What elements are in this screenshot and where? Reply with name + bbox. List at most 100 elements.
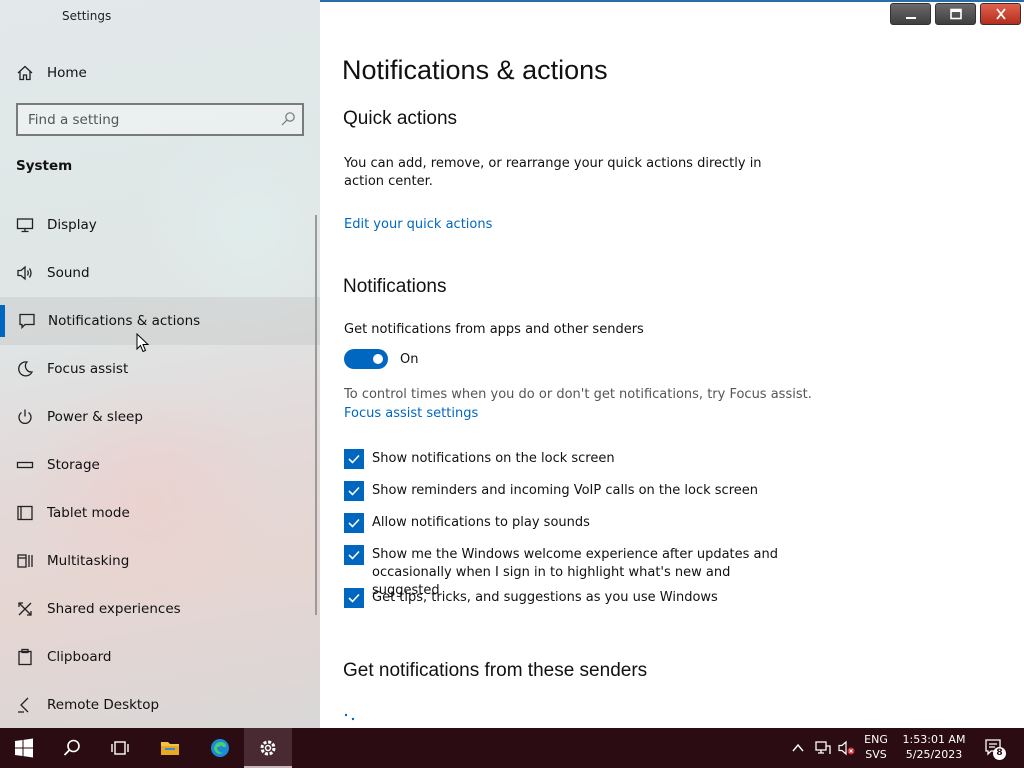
checkbox-row[interactable]: Allow notifications to play sounds — [344, 513, 792, 533]
window-title: Settings — [62, 9, 112, 23]
clock-time: 1:53:01 AM — [902, 733, 966, 746]
sidebar-item-label: Tablet mode — [47, 505, 130, 521]
clipboard-icon — [16, 648, 34, 666]
storage-icon — [16, 456, 34, 474]
checkbox-play-sounds[interactable] — [344, 513, 364, 533]
mouse-cursor-icon — [136, 333, 150, 353]
file-explorer-button[interactable] — [146, 728, 194, 768]
edge-button[interactable] — [196, 728, 244, 768]
notifications-toggle-caption: Get notifications from apps and other se… — [344, 322, 644, 337]
sidebar-item-storage[interactable]: Storage — [0, 441, 320, 489]
close-button[interactable] — [980, 3, 1021, 25]
input-language[interactable]: ENG SVS — [862, 732, 890, 762]
minimize-icon — [905, 17, 916, 19]
notifications-toggle[interactable] — [344, 349, 388, 369]
file-explorer-icon — [161, 742, 179, 755]
sidebar-item-shared-experiences[interactable]: Shared experiences — [0, 585, 320, 633]
shared-icon — [16, 600, 34, 618]
clock[interactable]: 1:53:01 AM 5/25/2023 — [898, 732, 970, 762]
checkbox-row[interactable]: Show reminders and incoming VoIP calls o… — [344, 481, 792, 501]
checkbox-reminders-voip[interactable] — [344, 481, 364, 501]
quick-actions-description: You can add, remove, or rearrange your q… — [344, 156, 762, 189]
sidebar-item-label: Sound — [47, 265, 90, 281]
sidebar-item-label: Remote Desktop — [47, 697, 160, 713]
search-input[interactable] — [18, 111, 268, 128]
quick-actions-heading: Quick actions — [343, 108, 458, 129]
checkmark-icon — [348, 550, 360, 560]
search-box[interactable] — [16, 103, 304, 136]
moon-icon — [16, 360, 34, 378]
search-icon — [63, 739, 80, 756]
sidebar-item-display[interactable]: Display — [0, 201, 320, 249]
start-button[interactable] — [0, 728, 48, 768]
focus-assist-settings-link[interactable]: Focus assist settings — [344, 406, 478, 421]
remote-desktop-icon — [16, 696, 34, 714]
checkbox-label: Show notifications on the lock screen — [372, 451, 615, 466]
senders-heading: Get notifications from these senders — [343, 660, 648, 681]
sidebar-item-label: Clipboard — [47, 649, 112, 665]
checkmark-icon — [348, 486, 360, 496]
task-view-icon — [111, 741, 129, 755]
section-label: System — [16, 158, 73, 174]
start-icon — [15, 738, 33, 758]
sidebar-item-label: Power & sleep — [47, 409, 143, 425]
edge-icon — [211, 739, 229, 757]
sidebar-item-tablet-mode[interactable]: Tablet mode — [0, 489, 320, 537]
checkmark-icon — [348, 454, 360, 464]
sidebar-item-label: Shared experiences — [47, 601, 181, 617]
checkbox-tips-suggestions[interactable] — [344, 588, 364, 608]
message-icon — [18, 312, 36, 330]
checkbox-label: Get tips, tricks, and suggestions as you… — [372, 590, 718, 605]
settings-taskbar-button[interactable] — [244, 728, 292, 768]
toggle-state-label: On — [400, 352, 419, 367]
keyboard-layout: SVS — [865, 748, 887, 761]
maximize-button[interactable] — [935, 3, 976, 25]
speaker-icon — [16, 264, 34, 282]
sidebar-item-focus-assist[interactable]: Focus assist — [0, 345, 320, 393]
sidebar-home[interactable]: Home — [0, 49, 320, 97]
sidebar-item-clipboard[interactable]: Clipboard — [0, 633, 320, 681]
notifications-heading: Notifications — [343, 276, 447, 297]
search-icon[interactable] — [280, 111, 296, 127]
sidebar-scrollbar[interactable] — [315, 215, 317, 615]
sidebar-item-label: Notifications & actions — [48, 313, 201, 329]
sidebar-item-remote-desktop[interactable]: Remote Desktop — [0, 681, 320, 728]
sidebar: Settings Home System Display Sound Notif… — [0, 0, 320, 728]
sidebar-item-notifications[interactable]: Notifications & actions — [0, 297, 320, 345]
taskbar-search-button[interactable] — [48, 728, 96, 768]
sidebar-item-label: Multitasking — [47, 553, 130, 569]
checkbox-row[interactable]: Get tips, tricks, and suggestions as you… — [344, 588, 792, 608]
task-view-button[interactable] — [96, 728, 144, 768]
loading-spinner-icon — [344, 713, 355, 721]
home-icon — [16, 64, 34, 82]
chevron-up-icon[interactable] — [791, 741, 805, 755]
checkbox-welcome-experience[interactable] — [344, 545, 364, 565]
focus-assist-hint: To control times when you do or don't ge… — [344, 387, 812, 402]
checkbox-row[interactable]: Show notifications on the lock screen — [344, 449, 792, 469]
minimize-button[interactable] — [890, 3, 931, 25]
window-border — [320, 0, 1024, 2]
sidebar-item-sound[interactable]: Sound — [0, 249, 320, 297]
multitasking-icon — [16, 552, 34, 570]
sidebar-item-label: Display — [47, 217, 97, 233]
main-content: Notifications & actions Quick actions Yo… — [320, 0, 1024, 728]
checkbox-lock-screen-notifications[interactable] — [344, 449, 364, 469]
maximize-icon — [949, 8, 962, 20]
checkbox-label: Show reminders and incoming VoIP calls o… — [372, 483, 758, 498]
volume-muted-icon[interactable] — [838, 740, 856, 756]
clock-date: 5/25/2023 — [905, 748, 963, 761]
settings-icon — [260, 740, 276, 756]
page-title: Notifications & actions — [342, 55, 608, 85]
taskbar: ENG SVS 1:53:01 AM 5/25/2023 8 — [0, 728, 1024, 768]
toggle-knob — [373, 354, 383, 364]
notification-count-badge: 8 — [993, 747, 1006, 760]
sidebar-item-multitasking[interactable]: Multitasking — [0, 537, 320, 585]
edit-quick-actions-link[interactable]: Edit your quick actions — [344, 217, 492, 232]
sidebar-item-label: Storage — [47, 457, 100, 473]
action-center-button[interactable]: 8 — [980, 736, 1010, 760]
language-code: ENG — [864, 733, 888, 746]
sidebar-item-power-sleep[interactable]: Power & sleep — [0, 393, 320, 441]
network-icon[interactable] — [814, 740, 832, 756]
monitor-icon — [16, 216, 34, 234]
checkbox-label: Allow notifications to play sounds — [372, 515, 590, 530]
